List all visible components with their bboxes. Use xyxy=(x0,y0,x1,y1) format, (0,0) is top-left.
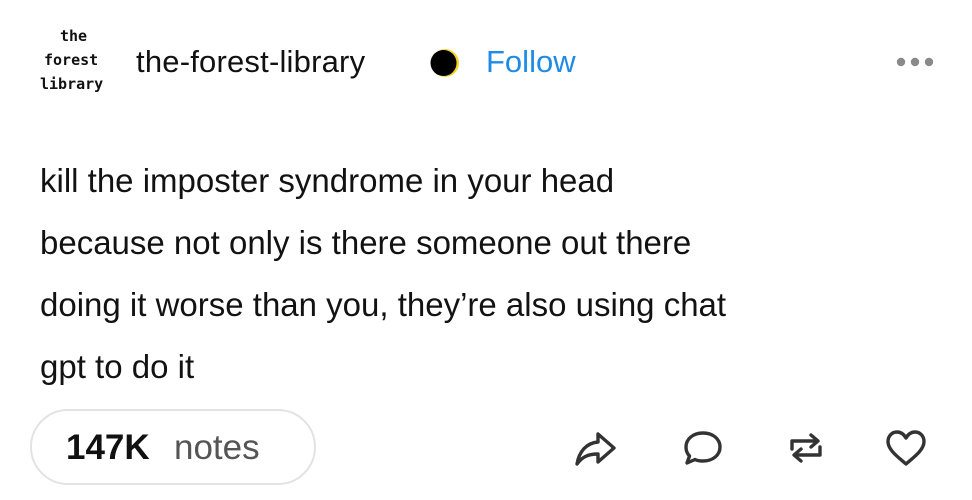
avatar-text-line: forest xyxy=(44,51,99,69)
notes-count: 147K xyxy=(66,428,150,467)
like-button[interactable] xyxy=(884,428,928,468)
moon-icon xyxy=(430,49,459,77)
share-button[interactable] xyxy=(574,428,618,468)
avatar-text-line: library xyxy=(40,75,104,93)
tumblr-post: the forest library the-forest-library Fo… xyxy=(0,0,972,500)
post-text-line: doing it worse than you, they’re also us… xyxy=(40,286,727,323)
post-text-line: gpt to do it xyxy=(40,348,195,385)
reply-button[interactable] xyxy=(681,428,725,468)
notes-button[interactable]: 147K notes xyxy=(30,409,316,485)
post-text-line: because not only is there someone out th… xyxy=(40,224,692,261)
post-text-line: kill the imposter syndrome in your head xyxy=(40,162,615,199)
share-icon xyxy=(575,432,616,466)
more-options-icon[interactable] xyxy=(895,54,935,70)
blog-avatar[interactable]: the forest library xyxy=(34,22,120,100)
post-body: kill the imposter syndrome in your head … xyxy=(40,150,940,398)
reblog-button[interactable] xyxy=(784,428,828,468)
follow-button[interactable]: Follow xyxy=(486,42,576,82)
reblog-icon xyxy=(790,433,822,463)
blog-name-link[interactable]: the-forest-library xyxy=(136,42,365,82)
reply-icon xyxy=(684,431,722,465)
avatar-text-line: the xyxy=(60,27,88,45)
notes-label: notes xyxy=(174,428,260,467)
like-icon xyxy=(886,430,926,466)
